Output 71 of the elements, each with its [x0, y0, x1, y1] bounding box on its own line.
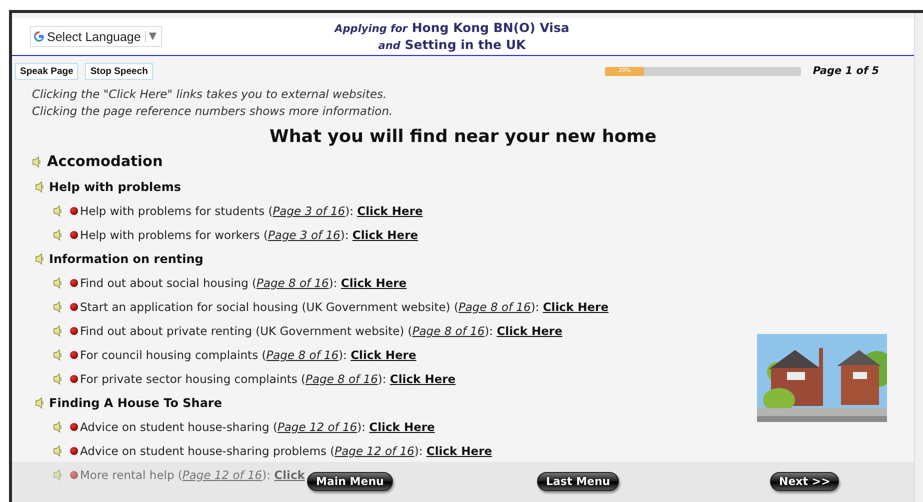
speaker-icon: [53, 349, 62, 361]
page-reference-link[interactable]: Page 3 of 16: [268, 228, 340, 242]
speaker-icon: [53, 277, 62, 289]
speaker-icon: [53, 445, 62, 457]
bullet-icon: [70, 351, 78, 359]
bullet-icon: [70, 207, 78, 215]
click-here-link[interactable]: Click Here: [352, 228, 418, 242]
subsection-heading: Finding A House To Share: [49, 396, 222, 410]
list-item-text: For council housing complaints (Page 8 of 16): Click Here: [80, 348, 416, 362]
bullet-icon: [70, 423, 78, 431]
speaker-icon: [53, 325, 62, 337]
nav-button[interactable]: Main Menu: [307, 472, 393, 491]
speaker-icon: [35, 253, 44, 265]
speech-button[interactable]: Speak Page: [15, 62, 78, 80]
speaker-icon: [53, 421, 62, 433]
speech-button[interactable]: Stop Speech: [85, 62, 153, 80]
click-here-link[interactable]: Click Here: [390, 372, 456, 386]
bullet-icon: [70, 279, 78, 287]
click-here-link[interactable]: Click Here: [340, 276, 407, 290]
speaker-icon: [35, 181, 44, 193]
list-item-text: Find out about private renting (UK Government website) (Page 8 of 16): Click Here: [80, 324, 562, 338]
list-item-text: More rental help (Page 12 of 16): Click: [80, 468, 305, 482]
click-here-link[interactable]: Click Here: [357, 204, 423, 218]
click-here-link[interactable]: Click Here: [350, 348, 416, 362]
bullet-icon: [70, 231, 78, 239]
language-select[interactable]: Select Language ▼: [30, 26, 162, 47]
page-reference-link[interactable]: Page 3 of 16: [272, 204, 346, 218]
subsection-heading: Help with problems: [49, 180, 181, 194]
bullet-icon: [70, 375, 78, 383]
speaker-icon: [35, 397, 44, 409]
section-heading: Accomodation: [47, 154, 163, 170]
list-item-text: For private sector housing complaints (Page 8 of 16): Click Here: [80, 372, 456, 386]
header-title: Applying for Hong Kong BN(O) Visa: [333, 20, 570, 36]
page-reference-link[interactable]: Page 8 of 16: [458, 300, 531, 314]
instruction-text: Clicking the page reference numbers shows more information.: [32, 102, 394, 119]
bullet-icon: [70, 327, 78, 335]
click-here-link[interactable]: Click Here: [426, 444, 492, 458]
page-reference-link[interactable]: Page 8 of 16: [266, 348, 339, 362]
bullet-icon: [70, 471, 78, 479]
list-item-text: Advice on student house-sharing (Page 12 of 16): Click Here: [80, 420, 435, 434]
page-reference-link[interactable]: Page 8 of 16: [256, 276, 329, 290]
list-item-text: Help with problems for workers (Page 3 of 16): Click Here: [80, 228, 418, 242]
page-reference-link[interactable]: Page 8 of 16: [412, 324, 485, 338]
page-reference-link[interactable]: Page 12 of 16: [182, 468, 262, 482]
bullet-icon: [70, 447, 78, 455]
page-reference-link[interactable]: Page 12 of 16: [277, 420, 358, 434]
speaker-icon: [53, 229, 62, 241]
page-indicator: Page 1 of 5: [812, 65, 879, 77]
speaker-icon: [53, 301, 62, 313]
nav-button[interactable]: Next >>: [770, 472, 840, 491]
page-reference-link[interactable]: Page 12 of 16: [334, 444, 414, 458]
list-item-text: Start an application for social housing (UK Government website) (Page 8 of 16): Click Here: [80, 300, 609, 314]
nav-button[interactable]: Last Menu: [537, 472, 620, 491]
header-title: and Setting in the UK: [377, 36, 527, 54]
google-icon: [34, 31, 45, 42]
speaker-icon: [53, 373, 62, 385]
list-item-text: Find out about social housing (Page 8 of 16): Click Here: [80, 276, 407, 290]
click-here-link[interactable]: Click Here: [369, 420, 435, 434]
speaker-icon: [53, 205, 62, 217]
page-heading: What you will find near your new home: [268, 126, 658, 149]
click-here-link[interactable]: Click Here: [542, 300, 609, 314]
bullet-icon: [70, 303, 78, 311]
list-item-text: Advice on student house-sharing problems (Page 12 of 16): Click Here: [80, 444, 492, 458]
subsection-heading: Information on renting: [49, 252, 204, 266]
instruction-text: Clicking the "Click Here" links takes you to external websites.: [32, 86, 388, 102]
click-here-link[interactable]: Click Here: [496, 324, 562, 338]
speaker-icon: [32, 156, 41, 168]
click-here-link[interactable]: Click: [274, 468, 305, 482]
page-reference-link[interactable]: Page 8 of 16: [306, 372, 378, 386]
list-item-text: Help with problems for students (Page 3 of 16): Click Here: [80, 204, 423, 218]
speaker-icon: [53, 469, 62, 481]
